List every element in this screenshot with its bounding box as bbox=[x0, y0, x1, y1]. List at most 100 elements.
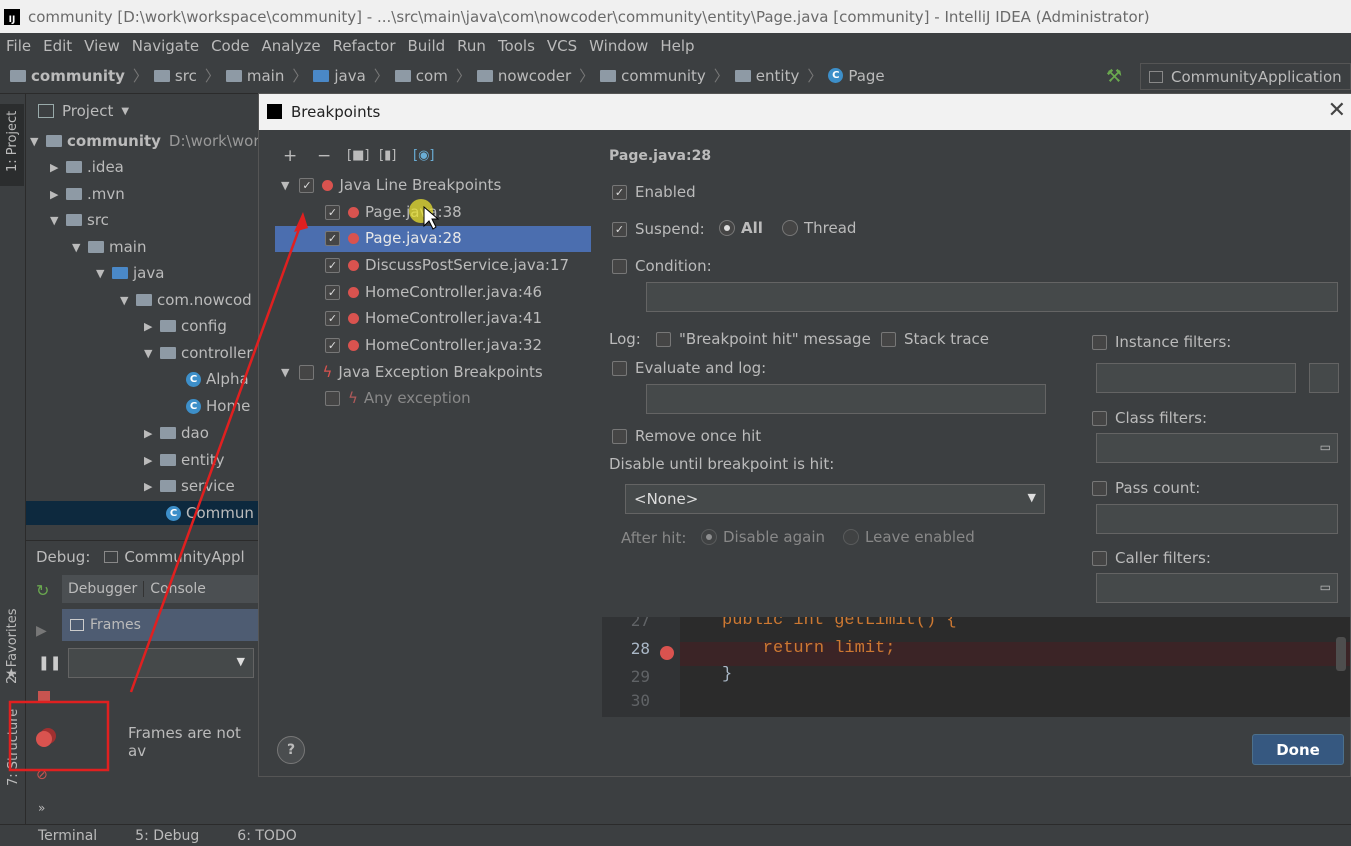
folder-open-icon[interactable]: ▭ bbox=[1320, 580, 1331, 594]
tree-item-service[interactable]: ▶ service bbox=[144, 474, 235, 498]
menu-vcs[interactable]: VCS bbox=[547, 37, 577, 55]
group-by-file-icon[interactable]: [▮] bbox=[379, 148, 396, 163]
suspend-all-radio[interactable]: All bbox=[719, 219, 763, 237]
suspend-thread-radio[interactable]: Thread bbox=[782, 219, 856, 237]
tree-item-alpha[interactable]: C Alpha bbox=[186, 367, 249, 391]
crumb-entity[interactable]: entity bbox=[734, 67, 799, 85]
scrollbar[interactable] bbox=[1336, 637, 1346, 671]
tree-item-idea[interactable]: ▶ .idea bbox=[50, 155, 124, 179]
view-breakpoints-icon[interactable] bbox=[36, 731, 52, 747]
build-hammer-icon[interactable]: ⚒ bbox=[1106, 66, 1122, 87]
crumb-src[interactable]: src bbox=[153, 67, 197, 85]
add-icon[interactable]: + bbox=[283, 146, 297, 166]
menu-navigate[interactable]: Navigate bbox=[132, 37, 199, 55]
menu-analyze[interactable]: Analyze bbox=[261, 37, 320, 55]
tree-item-package[interactable]: ▼ com.nowcod bbox=[120, 288, 252, 312]
help-button[interactable]: ? bbox=[277, 736, 305, 764]
class-filters-input[interactable]: ▭ bbox=[1096, 433, 1338, 463]
tree-item-home[interactable]: C Home bbox=[186, 394, 250, 418]
suspend-checkbox[interactable]: ✓ Suspend: bbox=[612, 220, 705, 238]
tree-item-main[interactable]: ▼ main bbox=[72, 235, 146, 259]
enabled-checkbox[interactable]: ✓ Enabled bbox=[612, 183, 696, 201]
group-checkbox[interactable]: ✓ bbox=[299, 177, 315, 193]
menu-code[interactable]: Code bbox=[211, 37, 249, 55]
evaluate-log-input[interactable] bbox=[646, 384, 1046, 414]
mute-breakpoints-icon[interactable]: ⊘ bbox=[36, 767, 48, 783]
done-button[interactable]: Done bbox=[1252, 734, 1344, 765]
crumb-community[interactable]: community bbox=[600, 67, 706, 85]
breakpoint-item[interactable]: ✓ HomeController.java:46 bbox=[325, 283, 542, 301]
group-java-exception-breakpoints[interactable]: ▼ ϟ Java Exception Breakpoints bbox=[281, 363, 543, 381]
group-by-package-icon[interactable]: [■] bbox=[347, 148, 369, 163]
crumb-main[interactable]: main bbox=[225, 67, 284, 85]
tab-console[interactable]: Console bbox=[143, 581, 212, 597]
breakpoint-item[interactable]: ✓ DiscussPostService.java:17 bbox=[325, 256, 569, 274]
leave-enabled-radio[interactable]: Leave enabled bbox=[843, 528, 975, 546]
tab-structure[interactable]: 7: Structure bbox=[6, 709, 21, 786]
pass-count-checkbox[interactable]: Pass count: bbox=[1092, 479, 1200, 497]
menu-window[interactable]: Window bbox=[589, 37, 648, 55]
instance-filters-checkbox[interactable]: Instance filters: bbox=[1092, 333, 1231, 351]
pass-count-input[interactable] bbox=[1096, 504, 1338, 534]
menu-view[interactable]: View bbox=[84, 37, 120, 55]
group-checkbox[interactable] bbox=[299, 364, 315, 380]
log-message-checkbox[interactable]: "Breakpoint hit" message bbox=[656, 330, 871, 348]
crumb-community-root[interactable]: community bbox=[10, 67, 125, 85]
tab-terminal[interactable]: Terminal bbox=[38, 828, 97, 844]
menu-help[interactable]: Help bbox=[660, 37, 694, 55]
menu-run[interactable]: Run bbox=[457, 37, 486, 55]
tree-root[interactable]: ▼ community D:\work\wor bbox=[30, 129, 260, 153]
tree-item-mvn[interactable]: ▶ .mvn bbox=[50, 182, 125, 206]
remove-once-hit-checkbox[interactable]: Remove once hit bbox=[612, 427, 761, 445]
more-icon[interactable]: » bbox=[38, 801, 45, 815]
crumb-page[interactable]: C Page bbox=[828, 67, 885, 85]
caller-filters-input[interactable]: ▭ bbox=[1096, 573, 1338, 603]
breakpoint-checkbox[interactable]: ✓ bbox=[325, 284, 340, 300]
group-by-class-icon[interactable]: [◉] bbox=[413, 148, 435, 163]
pause-icon[interactable]: ❚❚ bbox=[38, 655, 61, 671]
breakpoint-checkbox[interactable]: ✓ bbox=[325, 257, 340, 273]
tab-debug[interactable]: 5: Debug bbox=[135, 828, 199, 844]
exception-checkbox[interactable] bbox=[325, 390, 340, 406]
disable-until-select[interactable]: <None> ▼ bbox=[625, 484, 1045, 514]
crumb-java[interactable]: java bbox=[313, 67, 366, 85]
tree-item-entity[interactable]: ▶ entity bbox=[144, 448, 225, 472]
breakpoint-checkbox[interactable]: ✓ bbox=[325, 230, 340, 246]
project-panel-header[interactable]: Project ▼ bbox=[38, 99, 129, 123]
class-filters-checkbox[interactable]: Class filters: bbox=[1092, 409, 1207, 427]
tree-item-config[interactable]: ▶ config bbox=[144, 314, 227, 338]
tree-item-application[interactable]: C Commun bbox=[26, 501, 258, 525]
breakpoint-checkbox[interactable]: ✓ bbox=[325, 310, 340, 326]
breakpoint-icon[interactable] bbox=[660, 646, 674, 660]
remove-icon[interactable]: − bbox=[317, 146, 331, 166]
stop-icon[interactable] bbox=[38, 691, 50, 703]
breakpoint-item[interactable]: ✓ HomeController.java:32 bbox=[325, 336, 542, 354]
resume-icon[interactable]: ▶ bbox=[36, 623, 47, 639]
caller-filters-checkbox[interactable]: Caller filters: bbox=[1092, 549, 1211, 567]
thread-select[interactable]: ▼ bbox=[68, 648, 254, 678]
crumb-nowcoder[interactable]: nowcoder bbox=[476, 67, 571, 85]
condition-checkbox[interactable]: Condition: bbox=[612, 257, 712, 275]
menu-edit[interactable]: Edit bbox=[43, 37, 72, 55]
tree-item-java[interactable]: ▼ java bbox=[96, 261, 164, 285]
evaluate-log-checkbox[interactable]: Evaluate and log: bbox=[612, 359, 766, 377]
tree-item-controller[interactable]: ▼ controller bbox=[144, 341, 253, 365]
menu-refactor[interactable]: Refactor bbox=[333, 37, 396, 55]
menu-file[interactable]: File bbox=[6, 37, 31, 55]
tab-todo[interactable]: 6: TODO bbox=[237, 828, 296, 844]
crumb-com[interactable]: com bbox=[394, 67, 448, 85]
rerun-icon[interactable]: ↻ bbox=[36, 581, 49, 600]
group-java-line-breakpoints[interactable]: ▼ ✓ Java Line Breakpoints bbox=[281, 176, 501, 194]
instance-filters-input[interactable] bbox=[1096, 363, 1296, 393]
folder-open-icon[interactable]: ▭ bbox=[1320, 440, 1331, 454]
breakpoint-checkbox[interactable]: ✓ bbox=[325, 204, 340, 220]
tree-item-dao[interactable]: ▶ dao bbox=[144, 421, 209, 445]
tree-item-src[interactable]: ▼ src bbox=[50, 208, 109, 232]
tab-project[interactable]: 1: Project bbox=[5, 111, 20, 172]
close-icon[interactable]: ✕ bbox=[1328, 98, 1346, 123]
breakpoint-item[interactable]: ✓ HomeController.java:41 bbox=[325, 309, 542, 327]
breakpoint-item[interactable]: ✓ Page.java:38 bbox=[325, 203, 462, 221]
stack-trace-checkbox[interactable]: Stack trace bbox=[881, 330, 989, 348]
disable-again-radio[interactable]: Disable again bbox=[701, 528, 825, 546]
breakpoint-checkbox[interactable]: ✓ bbox=[325, 337, 340, 353]
